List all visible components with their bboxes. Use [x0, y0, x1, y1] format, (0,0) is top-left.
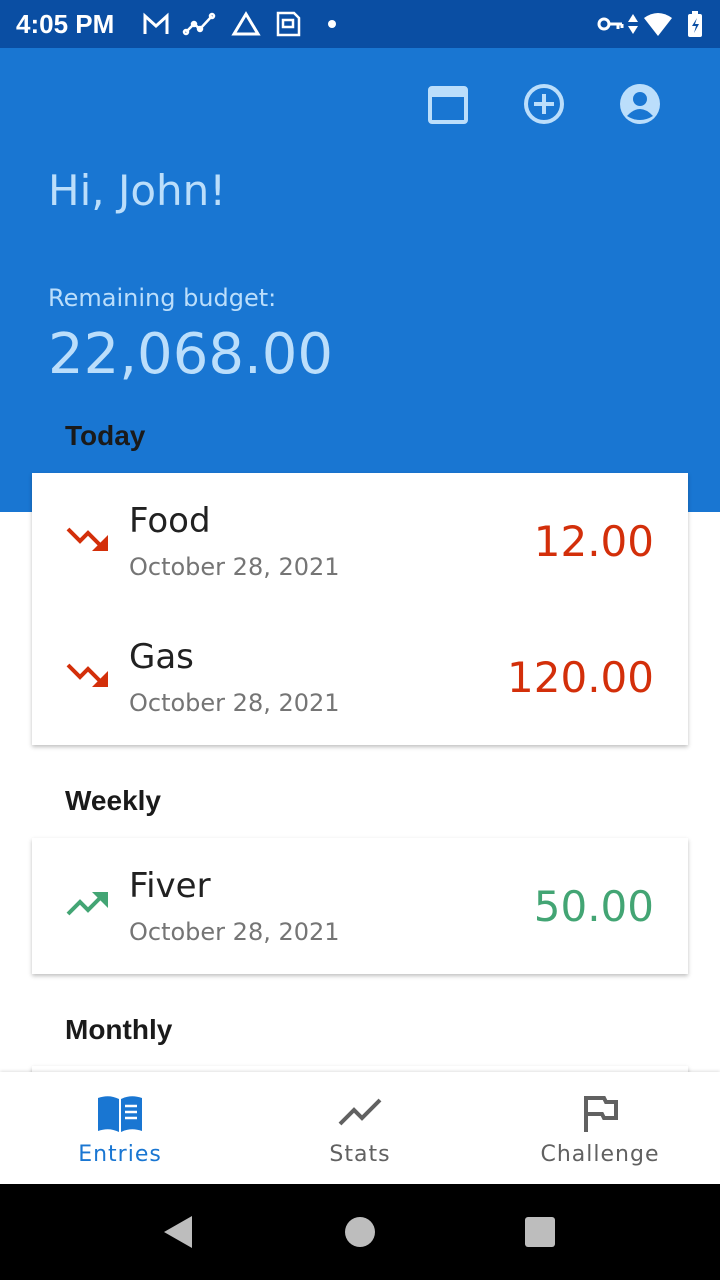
- bottom-nav: Entries Stats Challenge: [0, 1072, 720, 1184]
- nav-item-entries[interactable]: Entries: [0, 1072, 240, 1184]
- sim-lock-icon: [276, 11, 301, 37]
- home-icon[interactable]: [345, 1217, 375, 1247]
- system-nav-buttons: [164, 1216, 555, 1248]
- entry-name: Food: [129, 501, 211, 541]
- drive-icon: [231, 11, 261, 36]
- section-title-today: Today: [65, 420, 146, 451]
- book-icon: [98, 1096, 142, 1132]
- trend-line-icon: [338, 1098, 382, 1126]
- budget-value: 22,068.00: [48, 322, 334, 387]
- account-icon[interactable]: [618, 82, 662, 126]
- greeting: Hi, John!: [48, 166, 227, 215]
- nav-label: Entries: [78, 1142, 162, 1167]
- entry-date: October 28, 2021: [129, 918, 340, 946]
- nav-label: Stats: [329, 1142, 391, 1167]
- status-icons-left: [143, 11, 336, 37]
- entries-card-today: Food October 28, 2021 12.00 Gas October …: [32, 473, 688, 745]
- entry-date: October 28, 2021: [129, 553, 340, 581]
- status-time: 4:05 PM: [16, 9, 115, 39]
- entry-row[interactable]: Gas October 28, 2021 120.00: [32, 609, 688, 745]
- system-nav: [0, 1184, 720, 1280]
- trending-down-icon: [66, 663, 108, 687]
- flag-icon: [584, 1096, 618, 1132]
- gmail-icon: [143, 12, 169, 34]
- add-circle-icon[interactable]: [522, 82, 566, 126]
- vpn-key-icon: [597, 17, 624, 31]
- budget-label: Remaining budget:: [48, 284, 277, 312]
- battery-icon: [688, 11, 702, 37]
- trending-up-icon: [66, 892, 108, 916]
- data-arrows-icon: [628, 14, 638, 34]
- status-bar: 4:05 PM: [0, 0, 720, 48]
- entry-name: Fiver: [129, 866, 211, 906]
- entry-row[interactable]: Food October 28, 2021 12.00: [32, 473, 688, 609]
- status-icons-right: [597, 11, 702, 37]
- trending-down-icon: [66, 527, 108, 551]
- entry-amount: 120.00: [507, 653, 654, 702]
- nav-item-challenge[interactable]: Challenge: [480, 1072, 720, 1184]
- calendar-icon[interactable]: [426, 82, 470, 126]
- dot-icon: [328, 20, 336, 28]
- entries-card-weekly: Fiver October 28, 2021 50.00: [32, 838, 688, 974]
- entry-name: Gas: [129, 637, 194, 677]
- analytics-icon: [182, 12, 216, 36]
- section-title-weekly: Weekly: [65, 785, 161, 816]
- entry-row[interactable]: Fiver October 28, 2021 50.00: [32, 838, 688, 974]
- nav-item-stats[interactable]: Stats: [240, 1072, 480, 1184]
- recents-icon[interactable]: [525, 1217, 555, 1247]
- entry-amount: 12.00: [533, 517, 654, 566]
- nav-label: Challenge: [540, 1142, 660, 1167]
- entry-amount: 50.00: [533, 882, 654, 931]
- section-title-monthly: Monthly: [65, 1014, 173, 1045]
- back-icon[interactable]: [164, 1216, 192, 1248]
- wifi-icon: [644, 13, 672, 36]
- entry-date: October 28, 2021: [129, 689, 340, 717]
